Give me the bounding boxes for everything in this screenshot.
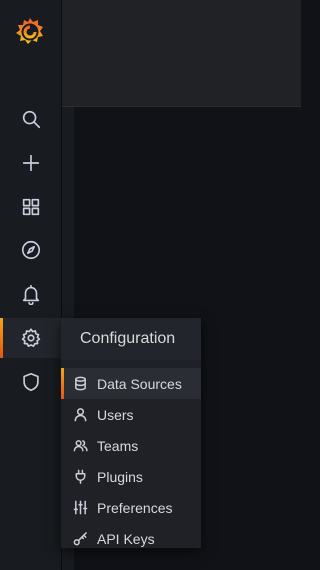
top-bar [62, 0, 301, 107]
menu-item-label: Users [97, 406, 134, 423]
compass-icon[interactable] [0, 230, 61, 270]
sidebar [0, 0, 62, 570]
gear-icon[interactable] [0, 318, 61, 358]
configuration-menu: Configuration Data Sources Users Teams P… [61, 318, 201, 548]
plug-icon [72, 469, 88, 485]
menu-item-preferences[interactable]: Preferences [61, 492, 201, 523]
menu-item-label: API Keys [97, 530, 155, 547]
menu-item-users[interactable]: Users [61, 399, 201, 430]
menu-item-data-sources[interactable]: Data Sources [61, 368, 201, 399]
database-icon [72, 376, 88, 392]
menu-item-plugins[interactable]: Plugins [61, 461, 201, 492]
grafana-logo-icon[interactable] [11, 13, 49, 51]
menu-item-teams[interactable]: Teams [61, 430, 201, 461]
menu-item-label: Data Sources [97, 375, 182, 392]
bell-icon[interactable] [0, 274, 61, 314]
menu-list: Data Sources Users Teams Plugins Prefere… [61, 360, 201, 554]
shield-icon[interactable] [0, 362, 61, 402]
sliders-icon [72, 500, 88, 516]
menu-item-label: Teams [97, 437, 139, 454]
menu-item-api-keys[interactable]: API Keys [61, 523, 201, 554]
grid-icon[interactable] [0, 187, 61, 227]
users-icon [72, 438, 88, 454]
menu-item-label: Plugins [97, 468, 143, 485]
plus-icon[interactable] [0, 143, 61, 183]
search-icon[interactable] [0, 99, 61, 139]
key-icon [72, 531, 88, 547]
user-icon [72, 407, 88, 423]
menu-item-label: Preferences [97, 499, 173, 516]
menu-title: Configuration [61, 318, 201, 360]
